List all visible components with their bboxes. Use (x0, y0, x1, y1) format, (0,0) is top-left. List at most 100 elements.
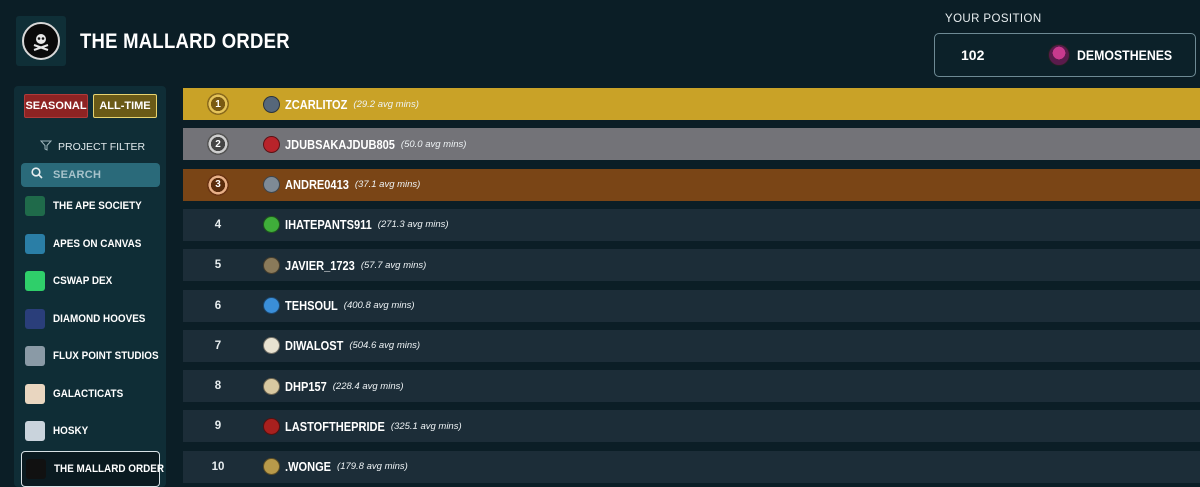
avg-mins: (504.6 avg mins) (349, 340, 421, 352)
rank-cell: 1 (183, 93, 253, 115)
avatar (263, 337, 280, 355)
avatar (1048, 44, 1070, 66)
avg-mins: (50.0 avg mins) (400, 138, 467, 150)
leaderboard-row[interactable]: 8 DHP157 (228.4 avg mins) (183, 370, 1200, 403)
sidebar-item-label: GALACTICATS (53, 387, 124, 400)
project-icon (26, 458, 46, 479)
skull-crossbones-icon (22, 22, 60, 60)
player-name[interactable]: JDUBSAKAJDUB805 (285, 137, 395, 152)
avatar (263, 176, 280, 194)
player-name[interactable]: TEHSOUL (285, 298, 338, 313)
sidebar-item-label: FLUX POINT STUDIOS (53, 350, 159, 362)
leaderboard-row[interactable]: 6 TEHSOUL (400.8 avg mins) (183, 289, 1200, 322)
leaderboard-row[interactable]: 1 ZCARLITOZ (29.2 avg mins) (183, 88, 1200, 120)
sidebar-item-project[interactable]: CSWAP DEX (21, 263, 160, 299)
leaderboard-row[interactable]: 5 JAVIER_1723 (57.7 avg mins) (183, 249, 1200, 282)
avg-mins: (400.8 avg mins) (343, 300, 415, 311)
rank-number: 7 (214, 339, 222, 352)
sidebar-item-project[interactable]: GALACTICATS (21, 376, 160, 412)
player-name[interactable]: IHATEPANTS911 (285, 217, 372, 232)
medal-icon: 3 (207, 173, 229, 196)
avg-mins: (57.7 avg mins) (360, 259, 427, 271)
project-filter-label: PROJECT FILTER (58, 141, 146, 153)
rank-number: 4 (214, 218, 222, 231)
your-position-rank: 102 (961, 47, 985, 63)
avatar (263, 256, 280, 274)
leaderboard-row[interactable]: 9 LASTOFTHEPRIDE (325.1 avg mins) (183, 410, 1200, 443)
leaderboard-row[interactable]: 3 ANDRE0413 (37.1 avg mins) (183, 168, 1200, 201)
rank-cell: 9 (183, 420, 253, 432)
sidebar-item-label: CSWAP DEX (53, 275, 113, 287)
sidebar: SEASONAL ALL-TIME PROJECT FILTER SEARCH … (14, 86, 166, 487)
rank-number: 5 (214, 259, 222, 272)
rank-number: 6 (214, 299, 222, 312)
leaderboard-row[interactable]: 2 JDUBSAKAJDUB805 (50.0 avg mins) (183, 128, 1200, 161)
avg-mins: (179.8 avg mins) (337, 461, 408, 473)
rank-cell: 10 (183, 461, 253, 473)
sidebar-item-project[interactable]: THE APE SOCIETY (21, 188, 160, 224)
page-title: THE MALLARD ORDER (80, 30, 290, 53)
project-icon (25, 346, 45, 366)
rank-number: 10 (211, 460, 225, 473)
player-name[interactable]: JAVIER_1723 (285, 258, 355, 273)
rank-cell: 2 (183, 133, 253, 156)
project-icon (25, 196, 45, 216)
sidebar-item-label: THE MALLARD ORDER (54, 462, 164, 475)
filter-icon (39, 140, 53, 154)
sidebar-item-label: APES ON CANVAS (53, 237, 142, 250)
sidebar-item-project[interactable]: THE MALLARD ORDER (21, 450, 164, 487)
avatar (263, 95, 280, 113)
rank-cell: 6 (183, 300, 253, 312)
avg-mins: (37.1 avg mins) (354, 179, 421, 191)
sidebar-item-label: HOSKY (53, 425, 89, 437)
search-placeholder: SEARCH (53, 169, 102, 181)
sidebar-item-project[interactable]: DIAMOND HOOVES (21, 301, 160, 337)
player-name[interactable]: DHP157 (285, 379, 327, 394)
your-position-card[interactable]: 102 DEMOSTHENES (934, 33, 1196, 77)
avg-mins: (228.4 avg mins) (332, 380, 404, 392)
mallard-order-logo[interactable] (16, 16, 66, 66)
leaderboard-row[interactable]: 10 .WONGE (179.8 avg mins) (183, 450, 1200, 483)
rank-number: 9 (214, 420, 222, 433)
avatar (263, 417, 280, 435)
rank-cell: 5 (183, 259, 253, 271)
search-icon (31, 166, 43, 184)
project-icon (25, 233, 45, 254)
medal-icon: 1 (207, 93, 229, 115)
your-position-label: YOUR POSITION (945, 13, 1042, 25)
your-position-name: DEMOSTHENES (1077, 47, 1173, 63)
avg-mins: (29.2 avg mins) (353, 98, 419, 110)
rank-cell: 3 (183, 173, 253, 196)
player-name[interactable]: .WONGE (285, 459, 331, 474)
rank-number: 8 (214, 380, 222, 393)
avatar (263, 216, 280, 234)
avatar (263, 458, 280, 476)
rank-cell: 4 (183, 219, 253, 231)
avatar (263, 297, 280, 314)
sidebar-item-label: DIAMOND HOOVES (53, 312, 146, 325)
leaderboard-row[interactable]: 7 DIWALOST (504.6 avg mins) (183, 329, 1200, 362)
leaderboard-row[interactable]: 4 IHATEPANTS911 (271.3 avg mins) (183, 208, 1200, 241)
app-header: THE MALLARD ORDER YOUR POSITION 102 DEMO… (0, 0, 1200, 82)
sidebar-item-label: THE APE SOCIETY (53, 200, 142, 212)
avatar (263, 377, 280, 395)
avg-mins: (325.1 avg mins) (390, 420, 462, 432)
project-filter-toggle[interactable]: PROJECT FILTER (39, 140, 146, 154)
player-name[interactable]: DIWALOST (285, 338, 343, 353)
project-icon (25, 421, 45, 441)
rank-cell: 8 (183, 380, 253, 392)
rank-cell: 7 (183, 340, 253, 352)
project-icon (25, 271, 45, 291)
sidebar-item-project[interactable]: APES ON CANVAS (21, 226, 160, 262)
player-name[interactable]: ZCARLITOZ (285, 97, 347, 112)
search-input[interactable]: SEARCH (21, 163, 160, 187)
sidebar-item-project[interactable]: HOSKY (21, 413, 160, 449)
player-name[interactable]: LASTOFTHEPRIDE (285, 419, 385, 434)
tab-seasonal[interactable]: SEASONAL (24, 94, 88, 118)
player-name[interactable]: ANDRE0413 (285, 177, 349, 192)
avg-mins: (271.3 avg mins) (377, 219, 449, 231)
tab-all-time[interactable]: ALL-TIME (93, 94, 157, 118)
sidebar-item-project[interactable]: FLUX POINT STUDIOS (21, 338, 160, 374)
project-icon (25, 383, 45, 404)
avatar (263, 135, 280, 153)
